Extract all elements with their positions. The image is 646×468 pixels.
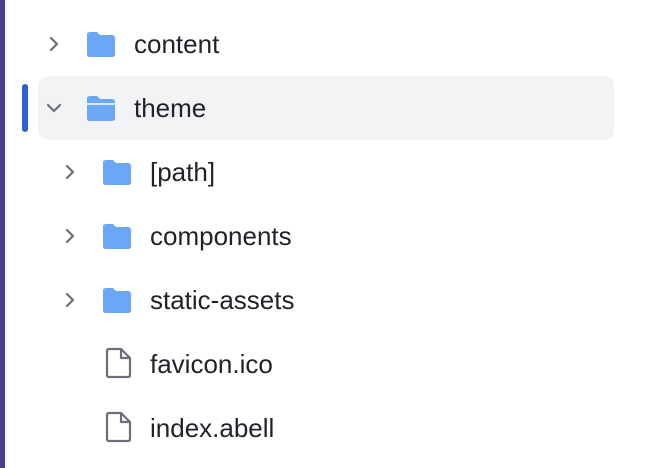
tree-item-label: favicon.ico: [150, 349, 273, 379]
selection-indicator: [22, 84, 28, 132]
file-icon: [105, 411, 132, 443]
tree-item-label: components: [150, 221, 292, 251]
chevron-right-icon[interactable]: [60, 290, 80, 310]
folder-icon: [103, 224, 131, 249]
tree-item-label: theme: [134, 93, 207, 123]
tree-item-label: static-assets: [150, 285, 295, 315]
tree-item-label: content: [134, 29, 220, 59]
chevron-right-icon[interactable]: [44, 34, 64, 54]
tree-item-path[interactable]: [path]: [0, 140, 646, 204]
chevron-right-icon[interactable]: [60, 162, 80, 182]
tree-item-favicon[interactable]: favicon.ico: [0, 332, 646, 396]
folder-icon: [87, 32, 115, 57]
chevron-down-icon[interactable]: [44, 98, 64, 118]
folder-open-icon: [87, 96, 115, 121]
tree-item-label: [path]: [150, 157, 216, 187]
tree-item-index[interactable]: index.abell: [0, 396, 646, 460]
file-tree: content theme [path] components static-a…: [0, 0, 646, 468]
tree-item-static-assets[interactable]: static-assets: [0, 268, 646, 332]
folder-icon: [103, 160, 131, 185]
selection-highlight: [38, 76, 614, 140]
chevron-right-icon[interactable]: [60, 226, 80, 246]
tree-item-components[interactable]: components: [0, 204, 646, 268]
folder-icon: [103, 288, 131, 313]
file-icon: [105, 347, 132, 379]
tree-item-label: index.abell: [150, 413, 275, 443]
